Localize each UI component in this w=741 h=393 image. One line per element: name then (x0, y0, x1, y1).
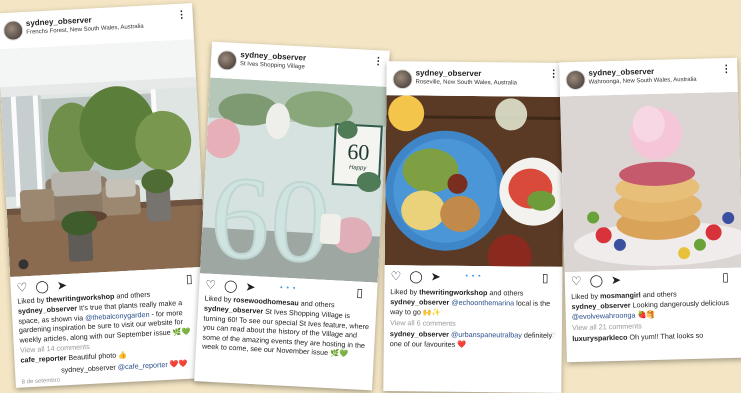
avatar[interactable] (2, 20, 24, 42)
location[interactable]: Wahroonga, New South Wales, Australia (589, 77, 697, 86)
save-bookmark-icon[interactable]: ▯ (542, 271, 549, 285)
post-photo[interactable] (384, 95, 565, 267)
sixtieth-birthday-display-image: 6 0 (199, 77, 388, 283)
post-actions: ♡ ◯ ➤ ▯ (571, 270, 737, 288)
save-bookmark-icon[interactable]: ▯ (185, 271, 192, 285)
carousel-dots: • • • (465, 272, 482, 281)
instagram-post-brunch: sydney_observer Roseville, New South Wal… (383, 61, 565, 393)
svg-text:6: 6 (207, 151, 273, 283)
carousel-dots: • • • (279, 284, 297, 293)
garden-patio-image (0, 39, 206, 278)
post-photo[interactable]: 6 0 60 Happy (199, 77, 388, 283)
comment-mention-link[interactable]: @urbanspaneutralbay (451, 330, 522, 340)
more-options-icon[interactable]: ⋮ (176, 9, 187, 21)
like-heart-icon[interactable]: ♡ (390, 269, 401, 283)
instagram-post-pancakes: sydney_observer Wahroonga, New South Wal… (559, 57, 741, 363)
comment-like-icon[interactable]: ♡ (549, 331, 556, 341)
reply-username[interactable]: sydney_observer (61, 363, 116, 375)
reply-mention-link[interactable]: @cafe_reporter (118, 360, 168, 372)
username[interactable]: sydney_observer (416, 68, 482, 78)
avatar[interactable] (565, 69, 586, 91)
liked-by-user[interactable]: mosmangirl (600, 290, 641, 300)
instagram-post-st-ives: sydney_observer St Ives Shopping Village… (194, 41, 390, 391)
pancake-stack-image (559, 91, 741, 273)
liked-by-user[interactable]: thewritingworkshop (419, 287, 487, 297)
like-heart-icon[interactable]: ♡ (571, 274, 582, 288)
comment-icon[interactable]: ◯ (589, 273, 603, 287)
caption-mention-link[interactable]: @echoonthemarina (451, 298, 514, 308)
share-icon[interactable]: ➤ (431, 270, 441, 284)
brunch-table-image (384, 95, 565, 267)
like-heart-icon[interactable]: ♡ (205, 278, 216, 293)
comment-row: sydney_observer @urbanspaneutralbay defi… (389, 329, 556, 349)
avatar[interactable] (392, 69, 413, 90)
comment-username[interactable]: sydney_observer (390, 329, 449, 339)
share-icon[interactable]: ➤ (56, 278, 67, 293)
post-photo[interactable] (0, 39, 206, 278)
avatar[interactable] (216, 49, 238, 71)
caption-username[interactable]: sydney_observer (390, 297, 449, 307)
save-bookmark-icon[interactable]: ▯ (356, 285, 363, 299)
share-icon[interactable]: ➤ (245, 280, 256, 295)
comment-username[interactable]: cafe_reporter (20, 353, 66, 364)
caption: sydney_observer St Ives Shopping Village… (201, 303, 370, 359)
view-all-comments-link[interactable]: View all 6 comments (390, 318, 556, 329)
username[interactable]: sydney_observer (588, 67, 654, 78)
post-header: sydney_observer Roseville, New South Wal… (386, 61, 564, 99)
like-heart-icon[interactable]: ♡ (16, 280, 27, 295)
location[interactable]: St Ives Shopping Village (240, 61, 305, 70)
caption-mention-link[interactable]: @evolvewahroonga (572, 310, 636, 321)
comment-icon[interactable]: ◯ (224, 279, 238, 294)
caption: sydney_observer @echoonthemarina local i… (390, 297, 551, 317)
location[interactable]: Roseville, New South Wales, Australia (415, 79, 517, 86)
more-options-icon[interactable]: ⋮ (373, 56, 384, 68)
instagram-post-garden: sydney_observer Frenchs Forest, New Sout… (0, 3, 212, 388)
caption: sydney_observer Looking dangerously deli… (571, 298, 730, 321)
more-options-icon[interactable]: ⋮ (721, 64, 731, 75)
more-options-icon[interactable]: ⋮ (549, 69, 559, 80)
sign-number: 60 (346, 138, 371, 165)
comment-icon[interactable]: ◯ (409, 269, 423, 283)
post-actions: ♡ ◯ ➤ • • • ▯ (390, 269, 556, 285)
share-icon[interactable]: ➤ (611, 273, 621, 287)
post-photo[interactable] (559, 91, 741, 273)
comment-username[interactable]: luxurysparkleco (572, 333, 627, 343)
save-bookmark-icon[interactable]: ▯ (722, 270, 729, 284)
comment-icon[interactable]: ◯ (35, 279, 49, 294)
